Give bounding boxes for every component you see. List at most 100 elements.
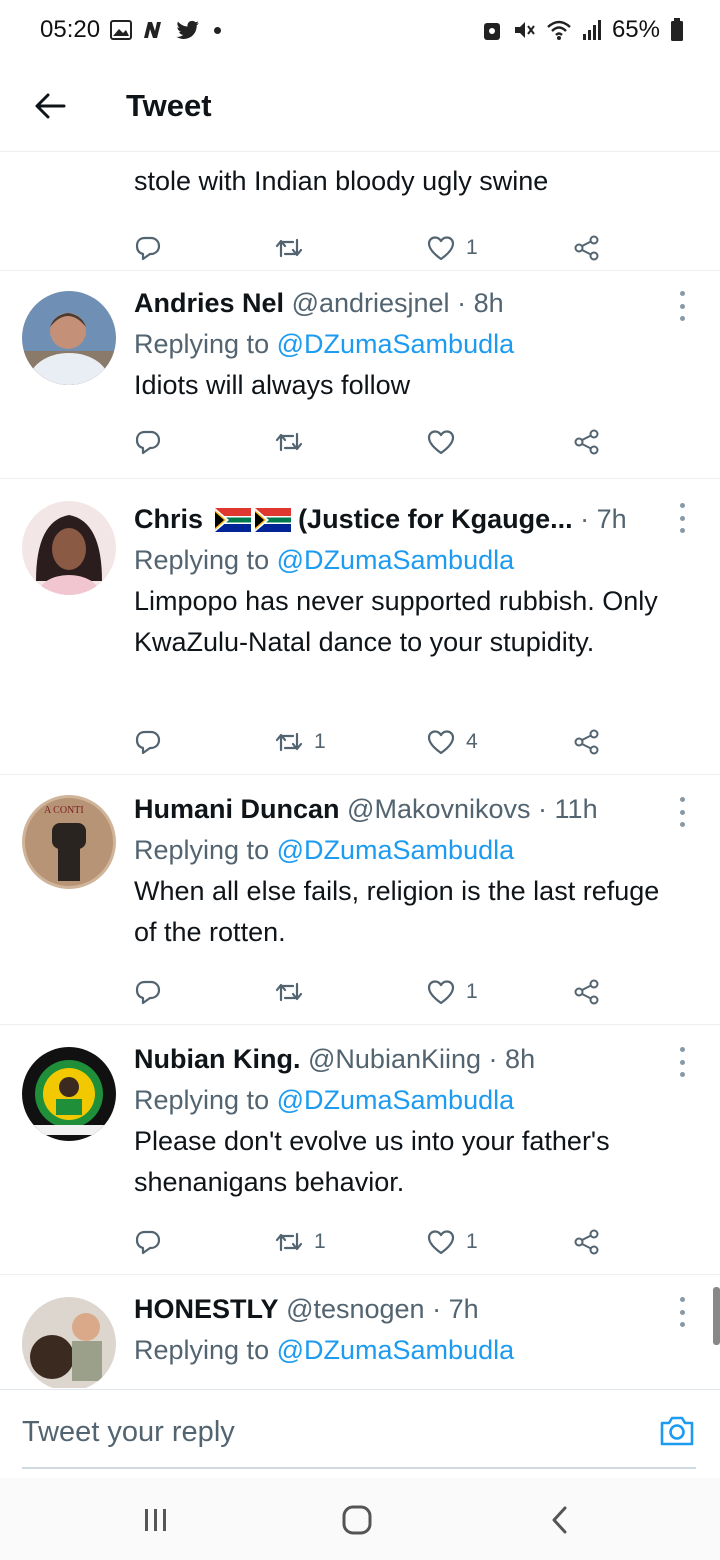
reply-input[interactable]: Tweet your reply (22, 1416, 235, 1449)
like-button[interactable]: 1 (426, 1225, 478, 1259)
tweet-item[interactable]: HONESTLY @tesnogen · 7h Replying to @DZu… (0, 1275, 720, 1388)
more-icon (679, 809, 685, 815)
like-count: 1 (466, 236, 478, 259)
display-name[interactable]: Nubian King. (134, 1044, 300, 1074)
tweet-header: HONESTLY @tesnogen · 7h (134, 1289, 680, 1329)
tweet-item[interactable]: Chris (Justice for Kgauge... · 7h Replyi… (0, 479, 720, 775)
share-button[interactable] (572, 975, 602, 1009)
reply-button[interactable] (134, 975, 162, 1009)
replying-to: Replying to @DZumaSambudla (134, 323, 680, 365)
separator: · (580, 504, 590, 534)
like-button[interactable]: 1 (426, 231, 478, 265)
more-icon (679, 822, 685, 827)
more-options-button[interactable] (672, 1047, 692, 1077)
back-nav-button[interactable] (540, 1502, 580, 1538)
retweet-button[interactable] (274, 231, 304, 265)
retweet-button[interactable]: 1 (274, 1225, 326, 1259)
avatar[interactable] (22, 1297, 116, 1388)
separator: · (432, 1294, 442, 1324)
replying-handle-link[interactable]: @DZumaSambudla (277, 545, 515, 575)
share-button[interactable] (572, 231, 602, 265)
user-handle[interactable]: @andriesjnel (292, 288, 450, 318)
replying-handle-link[interactable]: @DZumaSambudla (277, 329, 515, 359)
more-icon (679, 1047, 685, 1052)
status-time: 05:20 (40, 16, 101, 43)
tweet-item[interactable]: A CONTI Humani Duncan @Makovnikovs · 11h… (0, 775, 720, 1025)
user-handle[interactable]: @tesnogen (286, 1294, 425, 1324)
tweet-item[interactable]: Andries Nel @andriesjnel · 8h Replying t… (0, 271, 720, 479)
more-options-button[interactable] (672, 797, 692, 827)
avatar[interactable] (22, 291, 116, 385)
battery-icon (670, 18, 684, 42)
display-name[interactable]: Andries Nel (134, 288, 284, 318)
display-name-suffix[interactable]: (Justice for Kgauge... (298, 504, 573, 534)
user-handle[interactable]: @NubianKiing (308, 1044, 481, 1074)
home-icon (342, 1505, 372, 1535)
battery-percent: 65% (611, 16, 660, 43)
retweet-button[interactable] (274, 975, 314, 1009)
display-name[interactable]: Humani Duncan (134, 794, 340, 824)
avatar[interactable] (22, 1047, 116, 1141)
separator: · (488, 1044, 498, 1074)
tweet-header: Nubian King. @NubianKiing · 8h (134, 1039, 680, 1079)
reply-button[interactable] (134, 725, 162, 759)
retweet-button[interactable] (274, 425, 314, 459)
replying-handle-link[interactable]: @DZumaSambudla (277, 1335, 515, 1365)
tweet-header: Chris (Justice for Kgauge... · 7h (134, 499, 680, 539)
tweet-item[interactable]: Nubian King. @NubianKiing · 8h Replying … (0, 1025, 720, 1275)
tweet-text: When all else fails, religion is the las… (134, 876, 660, 947)
back-button[interactable] (20, 76, 80, 136)
partial-tweet[interactable]: stole with Indian bloody ugly swine 1 (0, 153, 720, 271)
like-button[interactable] (426, 425, 466, 459)
replying-handle-link[interactable]: @DZumaSambudla (277, 835, 515, 865)
like-button[interactable]: 1 (426, 975, 478, 1009)
reply-icon (135, 730, 161, 755)
share-button[interactable] (572, 1225, 602, 1259)
reply-composer: Tweet your reply (0, 1389, 720, 1477)
scrollbar-thumb[interactable] (713, 1287, 720, 1345)
retweet-button[interactable]: 1 (274, 725, 326, 759)
like-button[interactable]: 4 (426, 725, 478, 759)
more-icon (679, 797, 685, 802)
replying-handle-link[interactable]: @DZumaSambudla (277, 1085, 515, 1115)
tweet-header: Andries Nel @andriesjnel · 8h (134, 283, 680, 323)
retweet-icon (275, 432, 303, 452)
avatar[interactable] (22, 501, 116, 595)
tweet-body: Humani Duncan @Makovnikovs · 11h Replyin… (134, 789, 680, 953)
share-icon (574, 235, 599, 261)
replying-prefix: Replying to (134, 329, 270, 359)
mute-icon (512, 19, 536, 41)
system-nav-bar (0, 1478, 720, 1560)
reply-button[interactable] (134, 425, 162, 459)
lock-icon (482, 19, 502, 41)
display-name[interactable]: Chris (134, 504, 203, 534)
user-handle[interactable]: @Makovnikovs (347, 794, 530, 824)
more-options-button[interactable] (672, 1297, 692, 1327)
reply-icon (135, 430, 161, 455)
reply-button[interactable] (134, 1225, 162, 1259)
replying-to: Replying to @DZumaSambudla (134, 1079, 680, 1121)
replying-prefix: Replying to (134, 1335, 270, 1365)
timestamp: 8h (473, 288, 504, 318)
recents-button[interactable] (136, 1502, 176, 1538)
home-button[interactable] (337, 1502, 377, 1538)
camera-button[interactable] (658, 1412, 696, 1450)
more-options-button[interactable] (672, 291, 692, 321)
reply-feed[interactable]: stole with Indian bloody ugly swine 1 An… (0, 153, 720, 1388)
avatar[interactable]: A CONTI (22, 795, 116, 889)
display-name[interactable]: HONESTLY (134, 1294, 279, 1324)
reply-button[interactable] (134, 231, 162, 265)
more-options-button[interactable] (672, 503, 692, 533)
share-button[interactable] (572, 725, 602, 759)
back-nav-icon (552, 1506, 567, 1534)
more-icon (679, 515, 685, 521)
share-button[interactable] (572, 425, 602, 459)
more-icon (679, 528, 685, 533)
separator: · (457, 288, 467, 318)
like-icon (427, 1230, 455, 1255)
more-icon (679, 1309, 685, 1315)
more-icon (679, 1072, 685, 1077)
avatar-text: A CONTI (44, 805, 84, 816)
tweet-text: stole with Indian bloody ugly swine (134, 166, 549, 196)
replying-to: Replying to @DZumaSambudla (134, 1329, 680, 1371)
